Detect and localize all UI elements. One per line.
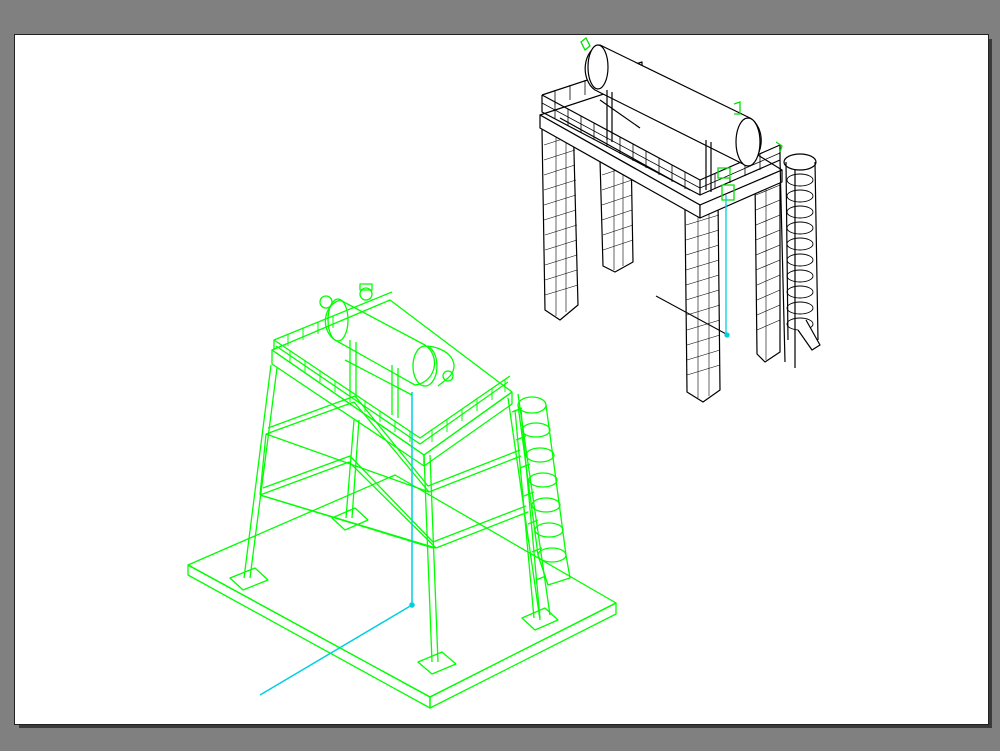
- pipe-icon[interactable]: [259, 392, 415, 696]
- tank-icon[interactable]: [319, 283, 455, 418]
- base-plates: [229, 507, 559, 675]
- ladder-icon[interactable]: [507, 393, 571, 621]
- ladder-icon[interactable]: [779, 153, 821, 368]
- cross-bracing: [259, 395, 529, 549]
- pipe-icon[interactable]: [724, 195, 730, 338]
- drawing-canvas[interactable]: [0, 0, 1000, 751]
- cad-viewport[interactable]: [0, 0, 1000, 751]
- wireframe-structure[interactable]: [187, 283, 617, 709]
- rendered-structure[interactable]: [539, 44, 821, 403]
